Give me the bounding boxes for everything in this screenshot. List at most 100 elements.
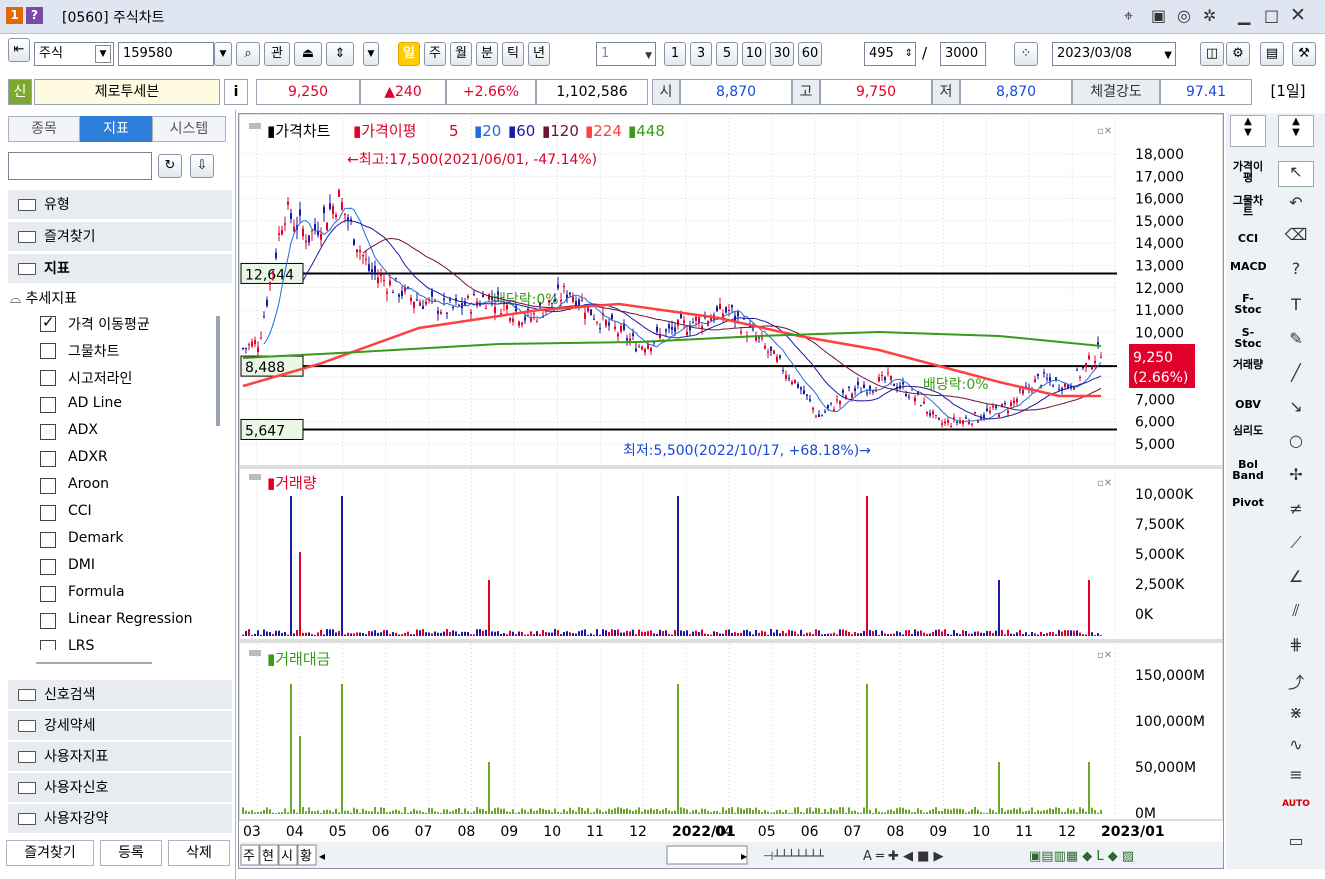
scroll-up2-icon[interactable]: ▲ ▼: [1278, 115, 1314, 147]
gwan-button[interactable]: 관: [264, 42, 290, 66]
period-week-button[interactable]: 주: [424, 42, 446, 66]
chevron-down-icon[interactable]: ▼: [95, 45, 111, 63]
circle-icon[interactable]: ○: [1278, 431, 1314, 457]
checkbox-dmi[interactable]: [40, 559, 56, 575]
checkbox-cci[interactable]: [40, 505, 56, 521]
category-indicator[interactable]: 지표: [8, 254, 232, 284]
maximize-icon[interactable]: □: [1264, 6, 1279, 25]
count-input[interactable]: 495 ⇕: [864, 42, 916, 66]
category-user-signal[interactable]: 사용자신호: [8, 773, 232, 803]
gann-icon[interactable]: ⟋: [1278, 533, 1314, 559]
refresh-icon[interactable]: ↻: [158, 154, 182, 178]
indicator-button-net[interactable]: 그물차트: [1230, 195, 1266, 217]
first-icon[interactable]: ⇤: [8, 38, 30, 62]
settings-icon[interactable]: ⚙: [1226, 42, 1250, 66]
checkbox-ma[interactable]: ✓: [40, 313, 56, 332]
quick-interval-10[interactable]: 10: [742, 42, 766, 66]
trend-group[interactable]: ⌓ 추세지표: [10, 288, 77, 308]
checkbox-linreg[interactable]: [40, 613, 56, 629]
checkbox-aroon[interactable]: [40, 478, 56, 494]
fan-icon[interactable]: ∠: [1278, 567, 1314, 593]
indicator-button-obv[interactable]: OBV: [1230, 399, 1266, 410]
indicator-button-fstoc[interactable]: F-Stoc: [1230, 293, 1266, 315]
checkbox-demark[interactable]: [40, 532, 56, 548]
scroll-up-icon[interactable]: ▲ ▼: [1230, 115, 1266, 147]
checkbox-adline[interactable]: [40, 397, 56, 413]
indicator-button-macd[interactable]: MACD: [1230, 261, 1267, 272]
quick-interval-30[interactable]: 30: [770, 42, 794, 66]
category-type[interactable]: 유형: [8, 190, 232, 220]
auto-icon[interactable]: AUTO: [1278, 799, 1314, 825]
indicator-button-sstoc[interactable]: S-Stoc: [1230, 327, 1266, 349]
indicator-button-ma[interactable]: 가격이평: [1230, 161, 1266, 183]
quick-interval-1[interactable]: 1: [664, 42, 686, 66]
indicator-linreg[interactable]: Linear Regression: [68, 611, 208, 627]
indicator-cci[interactable]: CCI: [68, 503, 92, 519]
delete-button[interactable]: 삭제: [168, 840, 230, 866]
indicator-button-bband[interactable]: Bol Band: [1230, 459, 1266, 481]
chevron-down-icon[interactable]: ▼: [645, 45, 652, 67]
fibo-icon[interactable]: ≡: [1278, 765, 1314, 791]
code-input[interactable]: 159580: [118, 42, 214, 66]
camera-icon[interactable]: ◎: [1177, 6, 1191, 25]
checkbox-ohlc[interactable]: [40, 370, 56, 386]
total-input[interactable]: 3000: [940, 42, 986, 66]
stepper-icon[interactable]: ⇕: [905, 43, 913, 65]
tab-stock[interactable]: 종목: [8, 116, 80, 142]
quick-interval-3[interactable]: 3: [690, 42, 712, 66]
interval-select[interactable]: 1 ▼: [596, 42, 656, 66]
indicator-adline[interactable]: AD Line: [68, 395, 122, 411]
favorites-button[interactable]: 즐겨찾기: [6, 840, 94, 866]
checkbox-net[interactable]: [40, 343, 56, 359]
info-icon[interactable]: i: [224, 79, 248, 105]
indicator-demark[interactable]: Demark: [68, 530, 123, 546]
cross-icon[interactable]: ✢: [1278, 465, 1314, 491]
tools-icon[interactable]: ⚒: [1292, 42, 1316, 66]
checkbox-adxr[interactable]: [40, 451, 56, 467]
indicator-button-cci[interactable]: CCI: [1230, 233, 1266, 244]
layout-icon[interactable]: ▣: [1151, 6, 1166, 25]
category-favorites[interactable]: 즐겨찾기: [8, 222, 232, 252]
category-user-indicator[interactable]: 사용자지표: [8, 742, 232, 772]
indicator-ma[interactable]: 가격 이동평균: [68, 314, 150, 334]
indicator-formula[interactable]: Formula: [68, 584, 125, 600]
indicator-ohlc[interactable]: 시고저라인: [68, 368, 132, 388]
window-icon[interactable]: ◫: [1200, 42, 1224, 66]
indicator-aroon[interactable]: Aroon: [68, 476, 109, 492]
save-icon[interactable]: ▤: [1260, 42, 1284, 66]
indicator-button-psy[interactable]: 심리도: [1230, 425, 1266, 436]
checkbox-formula[interactable]: [40, 586, 56, 602]
market-select[interactable]: 주식 ▼: [34, 42, 114, 66]
wave-icon[interactable]: ∿: [1278, 735, 1314, 761]
text-icon[interactable]: T: [1278, 295, 1314, 321]
period-year-button[interactable]: 년: [528, 42, 550, 66]
period-day-button[interactable]: 일: [398, 42, 420, 66]
tab-system[interactable]: 시스템: [152, 116, 226, 142]
grid-icon[interactable]: ⋕: [1278, 635, 1314, 661]
undo-icon[interactable]: ↶: [1278, 193, 1314, 219]
period-month-button[interactable]: 월: [450, 42, 472, 66]
close-icon[interactable]: ✕: [1290, 4, 1306, 26]
checkbox-adx[interactable]: [40, 424, 56, 440]
download-icon[interactable]: ⇩: [190, 154, 214, 178]
indicator-dmi[interactable]: DMI: [68, 557, 95, 573]
line-icon[interactable]: ╱: [1278, 363, 1314, 389]
indicator-button-volume[interactable]: 거래량: [1230, 359, 1266, 370]
period-minute-button[interactable]: 분: [476, 42, 498, 66]
stack-icon[interactable]: ⏏: [294, 42, 322, 66]
gear-icon[interactable]: ✲: [1203, 6, 1216, 25]
minimize-icon[interactable]: ▁: [1238, 6, 1250, 25]
period-tick-button[interactable]: 틱: [502, 42, 524, 66]
category-user-strength[interactable]: 사용자강약: [8, 804, 232, 834]
trend-icon[interactable]: ⤴: [1278, 669, 1314, 695]
indicator-search-input[interactable]: [8, 152, 152, 180]
indicator-lrs[interactable]: LRS: [68, 638, 94, 650]
quick-interval-5[interactable]: 5: [716, 42, 738, 66]
register-button[interactable]: 등록: [100, 840, 162, 866]
pointer-icon[interactable]: ↖: [1278, 161, 1314, 187]
highlight-icon[interactable]: ✎: [1278, 329, 1314, 355]
arrow-line-icon[interactable]: ↘: [1278, 397, 1314, 423]
help-badge[interactable]: ?: [26, 7, 43, 24]
indicator-adxr[interactable]: ADXR: [68, 449, 108, 465]
pin-icon[interactable]: ⌖: [1124, 6, 1133, 26]
